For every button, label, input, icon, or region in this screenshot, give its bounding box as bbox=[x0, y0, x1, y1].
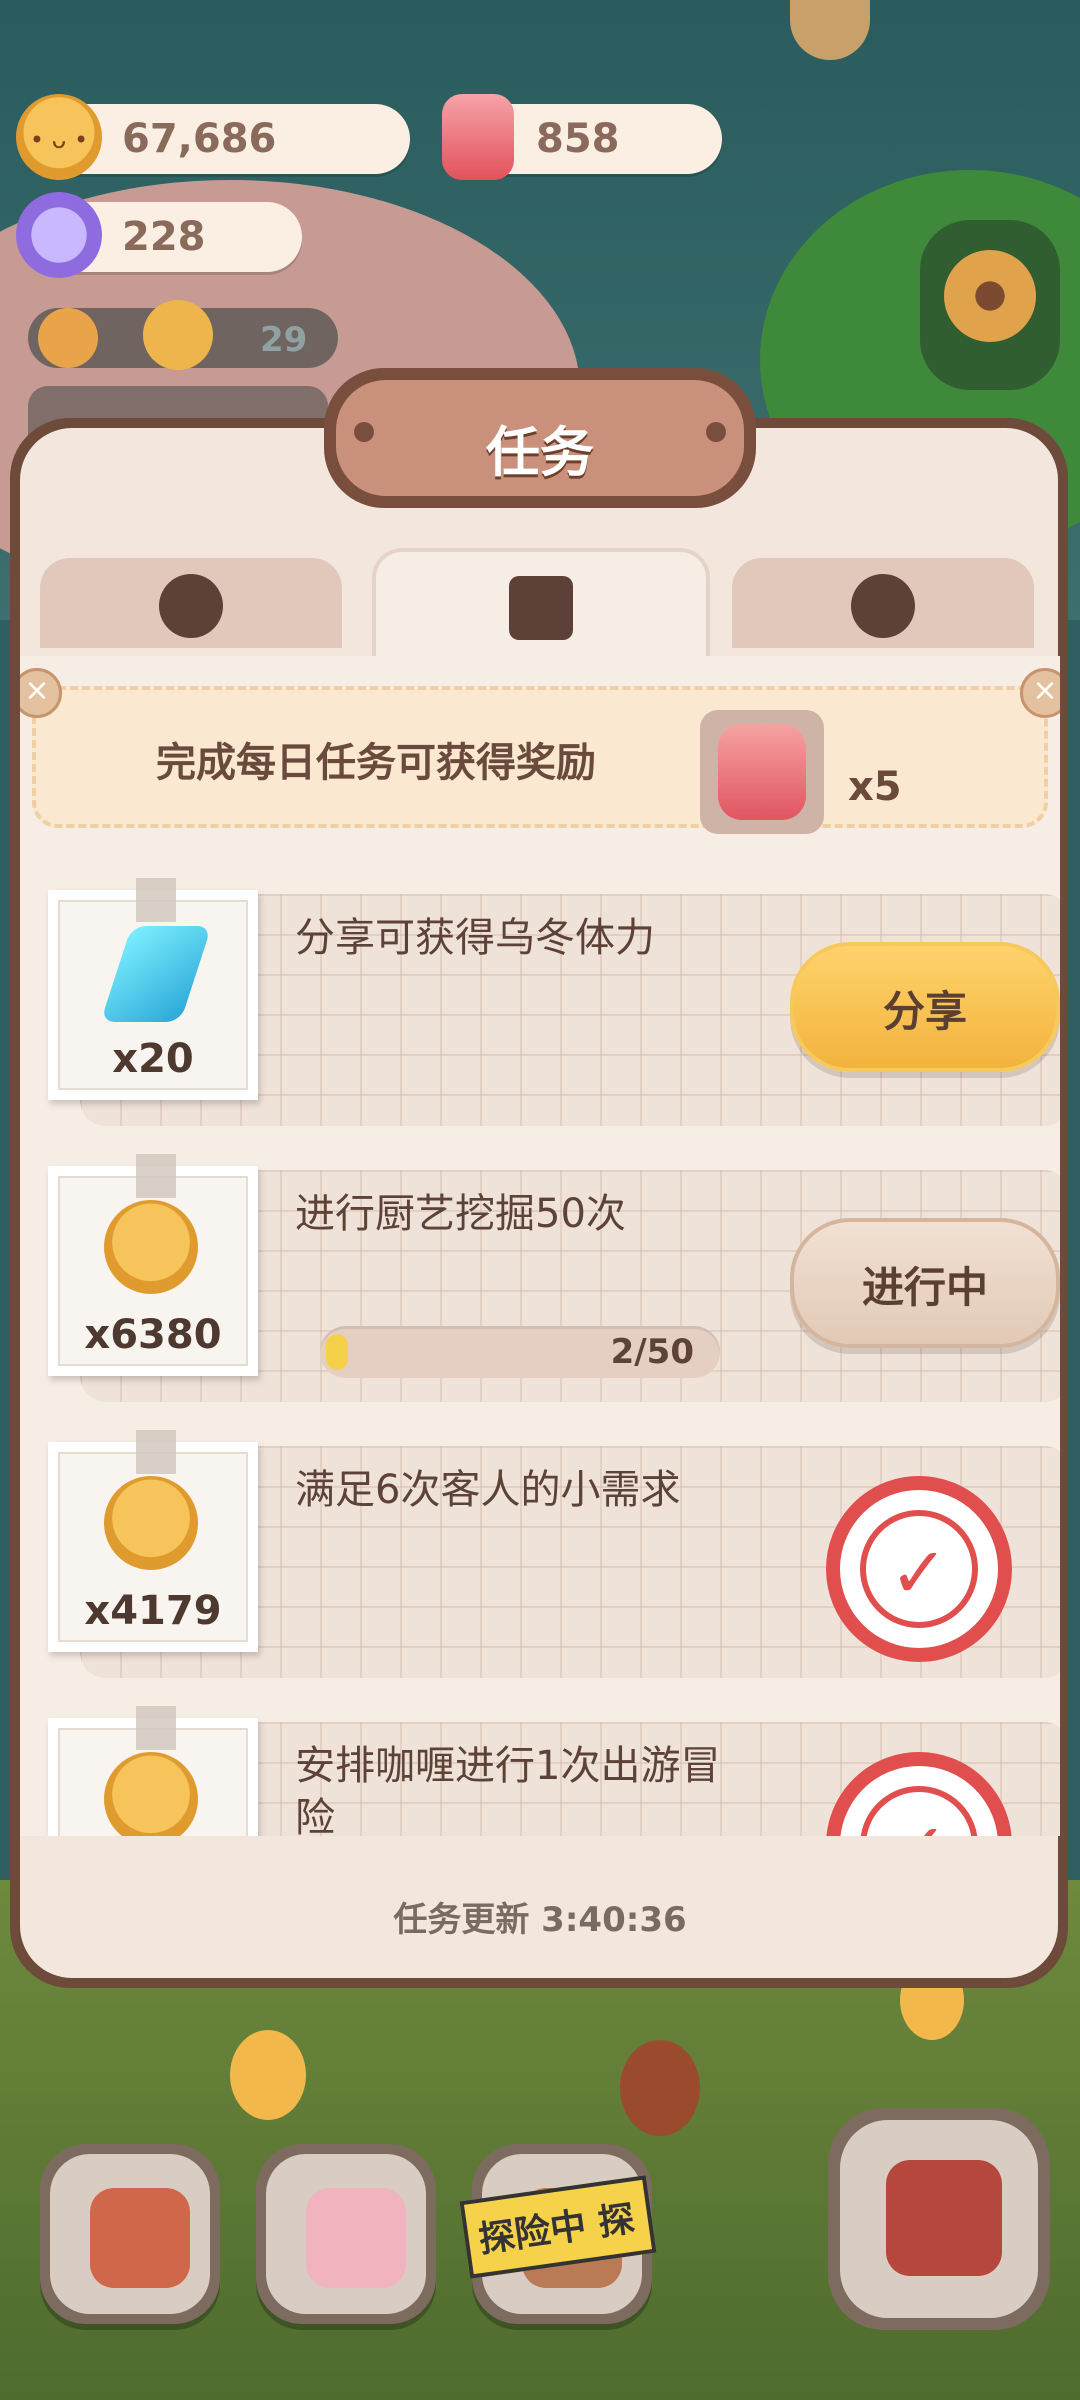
task-card: x6380 进行厨艺挖掘50次 2/50 进行中 bbox=[48, 1154, 1060, 1402]
nav-face bbox=[266, 2154, 426, 2314]
task-refresh-timer: 任务更新 3:40:36 bbox=[393, 1900, 687, 1940]
banner-reward-slot[interactable] bbox=[700, 710, 824, 834]
candle-counter[interactable]: 858 bbox=[442, 94, 722, 180]
banner-reward-count: x5 bbox=[848, 764, 902, 810]
task-note-icon bbox=[509, 576, 573, 640]
check-icon: ✓ bbox=[889, 1532, 949, 1614]
candy-count: 228 bbox=[122, 214, 206, 260]
cookie-icon: • ᴗ • bbox=[16, 94, 102, 180]
gear-icon bbox=[944, 250, 1036, 342]
reward-count: x6380 bbox=[84, 1312, 222, 1358]
cookie-counter[interactable]: • ᴗ • 67,686 bbox=[16, 94, 410, 180]
candle-count: 858 bbox=[536, 116, 620, 162]
reward-note: x4179 bbox=[48, 1430, 258, 1652]
in-progress-button[interactable]: 进行中 bbox=[790, 1218, 1060, 1348]
page-title: 任务 bbox=[486, 421, 594, 484]
theater-stage-icon bbox=[886, 2160, 1002, 2276]
banner-text: 完成每日任务可获得奖励 bbox=[156, 740, 596, 786]
megaphone-icon bbox=[38, 308, 98, 368]
task-card: x20 分享可获得乌冬体力 分享 bbox=[48, 878, 1060, 1126]
gingerbread-character bbox=[230, 2030, 306, 2120]
hotel-icon bbox=[90, 2188, 190, 2288]
candle-icon bbox=[442, 94, 514, 180]
gingerbread-character bbox=[620, 2040, 700, 2136]
tab-daily-tasks[interactable] bbox=[372, 548, 710, 662]
settings-button[interactable] bbox=[920, 220, 1060, 390]
tape bbox=[136, 1154, 176, 1198]
panel-title-plaque: 任务 bbox=[324, 368, 756, 508]
stamp-ring: ✓ bbox=[860, 1786, 978, 1836]
notice-count: 29 bbox=[260, 320, 308, 360]
share-button-label: 分享 bbox=[882, 987, 967, 1036]
in-progress-label: 进行中 bbox=[861, 1263, 988, 1312]
task-card: 安排咖喱进行1次出游冒险 ✓ bbox=[48, 1706, 1060, 1836]
plaque-rivet bbox=[354, 422, 374, 442]
progress-text: 2/50 bbox=[610, 1332, 694, 1372]
notebook-button[interactable] bbox=[256, 2144, 436, 2324]
jar-heart-icon bbox=[851, 574, 915, 638]
reward-note: x20 bbox=[48, 878, 258, 1100]
cookie-icon bbox=[104, 1476, 198, 1570]
reward-note bbox=[48, 1706, 258, 1836]
task-title: 分享可获得乌冬体力 bbox=[295, 915, 655, 961]
reward-note: x6380 bbox=[48, 1154, 258, 1376]
exploring-label: 探险中 探 bbox=[476, 2198, 638, 2261]
task-list[interactable]: 完成每日任务可获得奖励 x5 × × x20 分享可获得乌冬体力 分享 x638… bbox=[20, 656, 1060, 1836]
completed-stamp-icon: ✓ bbox=[826, 1476, 1012, 1662]
notebook-heart-icon bbox=[306, 2188, 406, 2288]
candy-icon bbox=[16, 192, 102, 278]
tape bbox=[136, 878, 176, 922]
task-title: 满足6次客人的小需求 bbox=[295, 1467, 681, 1513]
check-icon: ✓ bbox=[866, 1808, 972, 1836]
nav-face bbox=[840, 2120, 1038, 2318]
tape bbox=[136, 1430, 176, 1474]
gingerbread-avatar-icon bbox=[143, 300, 213, 370]
candy-counter[interactable]: 228 bbox=[16, 192, 302, 278]
stamp-ring: ✓ bbox=[860, 1510, 978, 1628]
plaque-face: 任务 bbox=[336, 380, 744, 496]
theater-button[interactable] bbox=[828, 2108, 1050, 2330]
plaque-rivet bbox=[706, 422, 726, 442]
paw-badge-icon bbox=[159, 574, 223, 638]
progress-fill bbox=[326, 1334, 348, 1370]
task-title: 进行厨艺挖掘50次 bbox=[295, 1191, 626, 1237]
tab-achievements[interactable] bbox=[40, 558, 342, 648]
completed-stamp-icon: ✓ bbox=[826, 1752, 1012, 1836]
progress-bar: 2/50 bbox=[320, 1326, 720, 1378]
reward-count: x4179 bbox=[84, 1588, 222, 1634]
task-title: 安排咖喱进行1次出游冒险 bbox=[295, 1743, 721, 1836]
notice-bar[interactable]: 29 bbox=[28, 300, 338, 370]
tape bbox=[136, 1706, 176, 1750]
share-button[interactable]: 分享 bbox=[790, 942, 1060, 1072]
tab-collection[interactable] bbox=[732, 558, 1034, 648]
hotel-button[interactable] bbox=[40, 2144, 220, 2324]
nav-face bbox=[50, 2154, 210, 2314]
cookie-count: 67,686 bbox=[122, 116, 277, 162]
candle-icon bbox=[718, 724, 806, 820]
reward-count: x20 bbox=[112, 1036, 194, 1082]
cookie-icon bbox=[104, 1752, 198, 1836]
task-card: x4179 满足6次客人的小需求 ✓ bbox=[48, 1430, 1060, 1678]
daily-reward-banner: 完成每日任务可获得奖励 x5 bbox=[32, 686, 1048, 834]
cookie-icon bbox=[104, 1200, 198, 1294]
